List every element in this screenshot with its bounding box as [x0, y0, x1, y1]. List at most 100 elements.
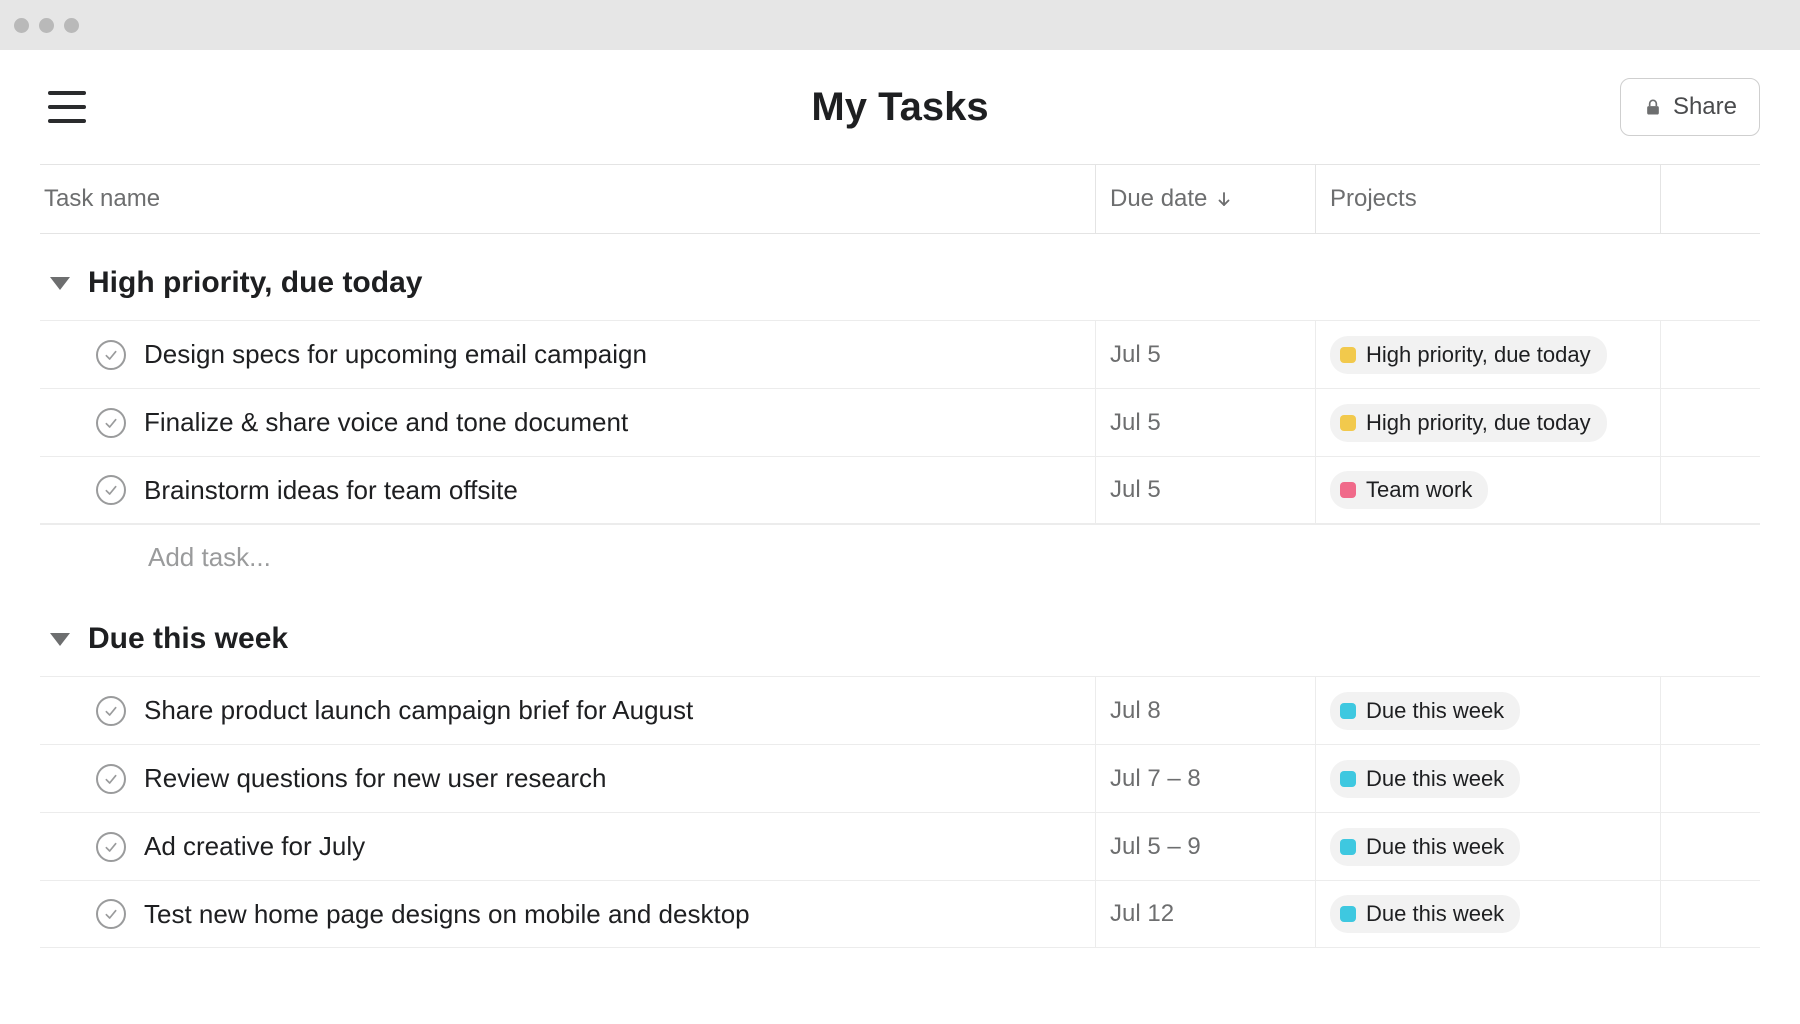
task-row[interactable]: Finalize & share voice and tone document…	[40, 388, 1760, 456]
task-name-cell[interactable]: Share product launch campaign brief for …	[40, 677, 1095, 744]
task-row-spacer	[1660, 881, 1760, 947]
task-due-cell[interactable]: Jul 8	[1095, 677, 1315, 744]
chevron-down-icon[interactable]	[50, 277, 70, 290]
task-project-cell[interactable]: Due this week	[1315, 745, 1660, 812]
task-row[interactable]: Ad creative for July Jul 5 – 9 Due this we…	[40, 812, 1760, 880]
task-row-spacer	[1660, 745, 1760, 812]
task-row-spacer	[1660, 321, 1760, 388]
section-header[interactable]: Due this week	[40, 590, 1760, 676]
column-header-label: Projects	[1330, 185, 1417, 213]
window-titlebar	[0, 0, 1800, 50]
task-name-cell[interactable]: Review questions for new user research	[40, 745, 1095, 812]
task-due-date: Jul 5 – 9	[1110, 833, 1201, 861]
task-project-cell[interactable]: High priority, due today	[1315, 321, 1660, 388]
task-name-cell[interactable]: Brainstorm ideas for team offsite	[40, 457, 1095, 523]
task-name: Test new home page designs on mobile and…	[144, 899, 750, 930]
complete-checkbox[interactable]	[96, 408, 126, 438]
task-name: Brainstorm ideas for team offsite	[144, 475, 518, 506]
project-pill[interactable]: High priority, due today	[1330, 404, 1607, 442]
project-label: Due this week	[1366, 698, 1504, 724]
task-due-date: Jul 12	[1110, 900, 1174, 928]
task-due-cell[interactable]: Jul 5	[1095, 321, 1315, 388]
column-header-label: Due date	[1110, 185, 1207, 213]
project-pill[interactable]: Due this week	[1330, 828, 1520, 866]
task-due-cell[interactable]: Jul 7 – 8	[1095, 745, 1315, 812]
task-name: Review questions for new user research	[144, 763, 606, 794]
page-title: My Tasks	[811, 85, 988, 130]
sort-descending-icon	[1215, 190, 1233, 208]
project-color-dot	[1340, 347, 1356, 363]
window-close-button[interactable]	[14, 18, 29, 33]
task-row[interactable]: Design specs for upcoming email campaign…	[40, 320, 1760, 388]
column-header-task-name[interactable]: Task name	[40, 165, 1095, 233]
task-name-cell[interactable]: Ad creative for July	[40, 813, 1095, 880]
project-pill[interactable]: Due this week	[1330, 760, 1520, 798]
project-label: High priority, due today	[1366, 410, 1591, 436]
task-name-cell[interactable]: Finalize & share voice and tone document	[40, 389, 1095, 456]
task-due-date: Jul 7 – 8	[1110, 765, 1201, 793]
project-color-dot	[1340, 906, 1356, 922]
window-maximize-button[interactable]	[64, 18, 79, 33]
task-row[interactable]: Review questions for new user research Ju…	[40, 744, 1760, 812]
task-row-spacer	[1660, 457, 1760, 523]
complete-checkbox[interactable]	[96, 475, 126, 505]
task-project-cell[interactable]: Due this week	[1315, 881, 1660, 947]
task-name: Share product launch campaign brief for …	[144, 695, 693, 726]
complete-checkbox[interactable]	[96, 696, 126, 726]
project-pill[interactable]: Due this week	[1330, 895, 1520, 933]
complete-checkbox[interactable]	[96, 899, 126, 929]
task-name: Ad creative for July	[144, 831, 365, 862]
task-due-cell[interactable]: Jul 12	[1095, 881, 1315, 947]
section-header[interactable]: High priority, due today	[40, 234, 1760, 320]
column-header-projects[interactable]: Projects	[1315, 165, 1660, 233]
chevron-down-icon[interactable]	[50, 633, 70, 646]
task-due-date: Jul 8	[1110, 697, 1161, 725]
task-row[interactable]: Test new home page designs on mobile and…	[40, 880, 1760, 948]
task-project-cell[interactable]: Due this week	[1315, 677, 1660, 744]
column-headers: Task name Due date Projects	[40, 164, 1760, 234]
project-color-dot	[1340, 415, 1356, 431]
task-project-cell[interactable]: Due this week	[1315, 813, 1660, 880]
task-due-cell[interactable]: Jul 5 – 9	[1095, 813, 1315, 880]
share-button[interactable]: Share	[1620, 78, 1760, 136]
task-due-date: Jul 5	[1110, 476, 1161, 504]
task-project-cell[interactable]: Team work	[1315, 457, 1660, 523]
add-task-input[interactable]: Add task...	[40, 524, 1760, 590]
task-name: Finalize & share voice and tone document	[144, 407, 628, 438]
project-label: Due this week	[1366, 766, 1504, 792]
task-due-cell[interactable]: Jul 5	[1095, 457, 1315, 523]
project-pill[interactable]: Due this week	[1330, 692, 1520, 730]
task-row[interactable]: Share product launch campaign brief for …	[40, 676, 1760, 744]
share-button-label: Share	[1673, 93, 1737, 121]
complete-checkbox[interactable]	[96, 832, 126, 862]
project-label: High priority, due today	[1366, 342, 1591, 368]
task-row-spacer	[1660, 813, 1760, 880]
section-title: Due this week	[88, 622, 288, 656]
task-name-cell[interactable]: Design specs for upcoming email campaign	[40, 321, 1095, 388]
project-label: Due this week	[1366, 901, 1504, 927]
lock-icon	[1643, 96, 1663, 118]
complete-checkbox[interactable]	[96, 340, 126, 370]
section-title: High priority, due today	[88, 266, 422, 300]
menu-icon[interactable]	[48, 91, 86, 123]
complete-checkbox[interactable]	[96, 764, 126, 794]
project-pill[interactable]: Team work	[1330, 471, 1488, 509]
window-minimize-button[interactable]	[39, 18, 54, 33]
project-color-dot	[1340, 771, 1356, 787]
task-project-cell[interactable]: High priority, due today	[1315, 389, 1660, 456]
task-name: Design specs for upcoming email campaign	[144, 339, 647, 370]
task-due-date: Jul 5	[1110, 341, 1161, 369]
task-row-spacer	[1660, 389, 1760, 456]
project-color-dot	[1340, 482, 1356, 498]
column-header-label: Task name	[44, 185, 160, 213]
task-due-date: Jul 5	[1110, 409, 1161, 437]
page-header: My Tasks Share	[0, 50, 1800, 164]
project-pill[interactable]: High priority, due today	[1330, 336, 1607, 374]
project-color-dot	[1340, 839, 1356, 855]
task-name-cell[interactable]: Test new home page designs on mobile and…	[40, 881, 1095, 947]
task-row[interactable]: Brainstorm ideas for team offsite Jul 5 Te…	[40, 456, 1760, 524]
project-label: Team work	[1366, 477, 1472, 503]
task-due-cell[interactable]: Jul 5	[1095, 389, 1315, 456]
column-header-due-date[interactable]: Due date	[1095, 165, 1315, 233]
project-color-dot	[1340, 703, 1356, 719]
